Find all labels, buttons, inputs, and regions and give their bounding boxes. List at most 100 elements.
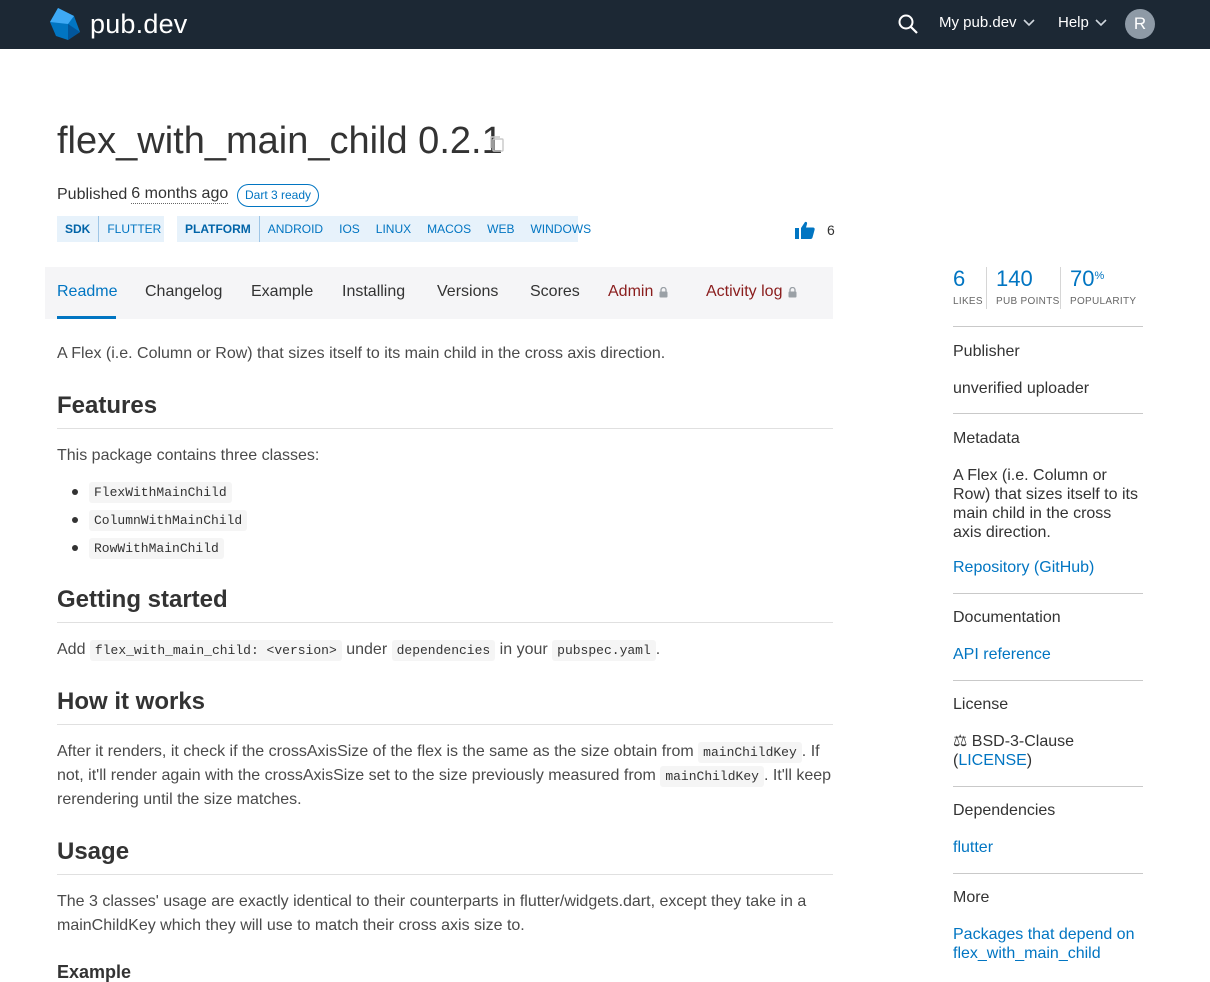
platform-tag[interactable]: LINUX <box>368 222 419 236</box>
tab-scores[interactable]: Scores <box>530 283 580 301</box>
tab-readme[interactable]: Readme <box>57 283 117 301</box>
my-pub-dev-menu[interactable]: My pub.dev <box>939 14 1035 31</box>
tab-example[interactable]: Example <box>251 283 313 301</box>
chevron-down-icon <box>1095 18 1107 26</box>
platform-tag[interactable]: IOS <box>331 222 368 236</box>
balance-scale-icon: ⚖ <box>953 733 968 750</box>
my-pub-dev-label: My pub.dev <box>939 14 1017 31</box>
divider <box>953 326 1143 327</box>
help-menu[interactable]: Help <box>1058 14 1107 31</box>
divider <box>953 873 1143 874</box>
publisher-heading: Publisher <box>953 343 1020 360</box>
tab-admin[interactable]: Admin <box>608 283 668 301</box>
user-avatar[interactable]: R <box>1125 9 1155 39</box>
readme-intro: A Flex (i.e. Column or Row) that sizes i… <box>57 345 666 362</box>
help-label: Help <box>1058 14 1089 31</box>
platform-tag-head[interactable]: PLATFORM <box>177 216 260 242</box>
bullet <box>72 517 78 523</box>
tab-label: Versions <box>437 283 499 300</box>
pub-points-value: 140 <box>996 266 1033 291</box>
platform-tag[interactable]: WINDOWS <box>522 222 599 236</box>
dependency-flutter-link[interactable]: flutter <box>953 838 1143 857</box>
active-tab-indicator <box>57 316 116 319</box>
published-info: Published 6 months ago <box>57 185 229 204</box>
package-tabs: Readme Changelog Example Installing Vers… <box>45 267 833 319</box>
class-name-code: FlexWithMainChild <box>89 482 232 503</box>
popularity-metric[interactable]: 70% POPULARITY <box>1070 266 1136 307</box>
tab-changelog[interactable]: Changelog <box>145 283 222 301</box>
usage-text-line1: The 3 classes' usage are exactly identic… <box>57 893 807 910</box>
class-name-code: ColumnWithMainChild <box>89 510 248 531</box>
repository-link[interactable]: Repository (GitHub) <box>953 558 1143 577</box>
tab-label: Example <box>251 283 314 300</box>
how-it-works-line3: rerendering until the size matches. <box>57 791 302 808</box>
text: not, it'll render again with the crossAx… <box>57 767 656 784</box>
documentation-heading: Documentation <box>953 609 1061 626</box>
features-text: This package contains three classes: <box>57 447 320 464</box>
tab-installing[interactable]: Installing <box>342 283 405 301</box>
sdk-tag-group: SDK FLUTTER <box>57 216 164 242</box>
tab-versions[interactable]: Versions <box>437 283 498 301</box>
heading-how-it-works: How it works <box>57 688 833 725</box>
inline-code: pubspec.yaml <box>552 640 656 661</box>
license-name: BSD-3-Clause <box>971 733 1075 750</box>
heading-usage: Usage <box>57 838 833 875</box>
pub-points-metric[interactable]: 140 PUB POINTS <box>996 266 1060 307</box>
heading-example: Example <box>57 962 132 982</box>
metric-divider <box>986 267 987 309</box>
tab-label: Activity log <box>706 283 783 300</box>
likes-label: LIKES <box>953 296 983 307</box>
logo-text: pub.dev <box>90 8 188 39</box>
platform-tag[interactable]: MACOS <box>419 222 479 236</box>
sdk-tag[interactable]: FLUTTER <box>99 222 169 236</box>
dart3-ready-badge[interactable]: Dart 3 ready <box>237 184 320 207</box>
api-reference-link[interactable]: API reference <box>953 645 1143 664</box>
dependencies-heading: Dependencies <box>953 802 1056 819</box>
lock-icon <box>788 286 797 297</box>
tab-label: Scores <box>530 283 580 300</box>
tab-label: Changelog <box>145 283 223 300</box>
platform-tag[interactable]: WEB <box>479 222 522 236</box>
publisher-value: unverified uploader <box>953 380 1090 397</box>
class-name-code: RowWithMainChild <box>89 538 224 559</box>
getting-started-text: Add flex_with_main_child: <version> unde… <box>57 638 660 663</box>
tab-label: Installing <box>342 283 406 300</box>
sdk-tag-head[interactable]: SDK <box>57 216 100 242</box>
license-link[interactable]: LICENSE <box>958 752 1026 769</box>
metadata-description: A Flex (i.e. Column or Row) that sizes i… <box>953 467 1138 541</box>
pub-points-label: PUB POINTS <box>996 296 1060 307</box>
divider <box>953 680 1143 681</box>
copy-icon[interactable] <box>488 135 505 152</box>
platform-tag-group: PLATFORM ANDROID IOS LINUX MACOS WEB WIN… <box>177 216 591 242</box>
likes-metric[interactable]: 6 LIKES <box>953 266 983 307</box>
dependent-packages-link[interactable]: Packages that depend on flex_with_main_c… <box>953 925 1143 963</box>
published-label: Published <box>57 185 128 203</box>
text: in your <box>499 641 548 658</box>
search-icon[interactable] <box>897 13 919 35</box>
bullet <box>72 545 78 551</box>
pub-dev-logo[interactable]: pub.dev <box>50 8 187 40</box>
inline-code: dependencies <box>391 640 496 661</box>
heading-features: Features <box>57 392 833 429</box>
thumbs-up-icon <box>795 221 815 239</box>
bullet <box>72 489 78 495</box>
platform-tag[interactable]: ANDROID <box>260 222 331 236</box>
like-button[interactable]: 6 <box>795 221 835 239</box>
package-title: flex_with_main_child 0.2.1 <box>57 120 503 162</box>
chevron-down-icon <box>1022 18 1035 26</box>
tab-label: Admin <box>608 283 654 300</box>
text: . It'll keep <box>763 767 832 784</box>
published-date: 6 months ago <box>131 185 229 204</box>
text: Add <box>57 641 86 658</box>
license-heading: License <box>953 696 1009 713</box>
likes-value: 6 <box>953 266 966 291</box>
tab-activity-log[interactable]: Activity log <box>706 283 797 301</box>
top-navigation-bar: pub.dev My pub.dev Help R <box>0 0 1210 49</box>
inline-code: mainChildKey <box>698 742 802 763</box>
how-it-works-line2: not, it'll render again with the crossAx… <box>57 764 831 789</box>
divider <box>953 413 1143 414</box>
popularity-value: 70 <box>1070 266 1095 291</box>
text: After it renders, it check if the crossA… <box>57 743 694 760</box>
text: under <box>346 641 388 658</box>
popularity-label: POPULARITY <box>1070 296 1137 307</box>
